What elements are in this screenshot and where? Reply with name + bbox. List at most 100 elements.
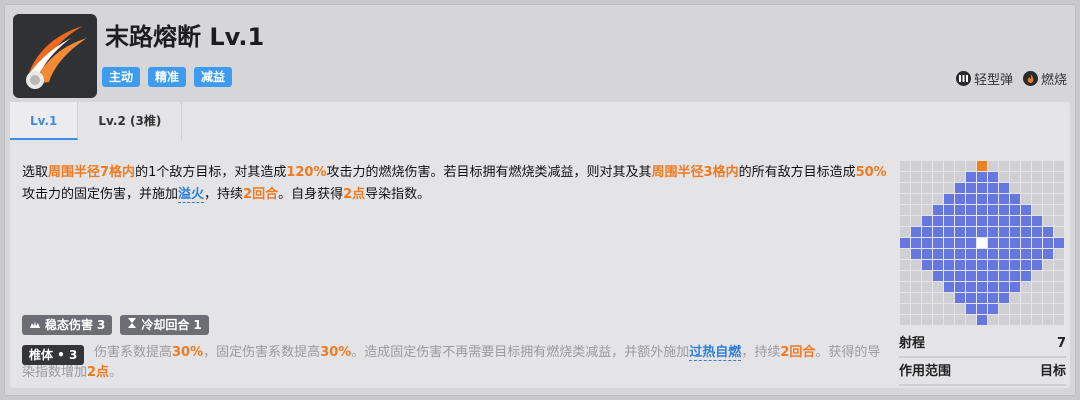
grid-cell-area: [1032, 260, 1042, 270]
range-grid-svg: [900, 161, 1064, 325]
grid-cell: [933, 315, 943, 325]
grid-cell-area: [944, 194, 954, 204]
upgrade-description: 伤害系数提高30%，固定伤害系数提高30%。造成固定伤害不再需要目标拥有燃烧类减…: [22, 343, 882, 383]
desc-text: ，持续: [204, 187, 244, 202]
upgrade-highlight: 30%: [320, 345, 352, 360]
grid-cell: [911, 172, 921, 182]
grid-cell: [911, 315, 921, 325]
grid-cell-area: [922, 227, 932, 237]
grid-cell: [999, 304, 1009, 314]
stat-stable-damage-value: 3: [97, 318, 106, 332]
grid-cell: [1010, 161, 1020, 171]
upgrade-section: 椎体 • 3 伤害系数提高30%，固定伤害系数提高30%。造成固定伤害不再需要目…: [22, 343, 882, 383]
grid-cell: [911, 293, 921, 303]
grid-cell: [911, 282, 921, 292]
grid-cell-area: [999, 183, 1009, 193]
desc-highlight: 120%: [286, 165, 327, 180]
grid-cell-area: [955, 293, 965, 303]
grid-cell-area: [977, 183, 987, 193]
grid-cell: [1043, 183, 1053, 193]
grid-cell: [966, 315, 976, 325]
tab-lv1[interactable]: Lv.1: [10, 102, 79, 140]
grid-cell-area: [988, 304, 998, 314]
grid-cell: [1054, 260, 1064, 270]
grid-cell: [922, 161, 932, 171]
grid-cell: [900, 249, 910, 259]
grid-cell-area: [977, 249, 987, 259]
grid-cell-area: [911, 227, 921, 237]
stat-cooldown: 冷却回合 1: [120, 315, 209, 335]
grid-cell: [944, 161, 954, 171]
grid-cell-area: [944, 238, 954, 248]
grid-cell-area: [1021, 227, 1031, 237]
grid-cell-area: [1010, 227, 1020, 237]
grid-cell: [933, 304, 943, 314]
grid-cell: [955, 172, 965, 182]
grid-cell: [1021, 172, 1031, 182]
grid-cell: [1021, 183, 1031, 193]
grid-cell: [1043, 315, 1053, 325]
skill-detail-panel: Lv.1 Lv.2 (3椎) 选取周围半径7格内的1个敌方目标，对其造成120%…: [10, 102, 1070, 388]
grid-cell-origin: [977, 161, 987, 171]
keyword-overflow-fire[interactable]: 溢火: [178, 187, 205, 203]
grid-cell: [1054, 315, 1064, 325]
grid-cell-area: [955, 238, 965, 248]
grid-cell-area: [1010, 238, 1020, 248]
grid-cell-area: [977, 293, 987, 303]
element-burn: 燃烧: [1022, 69, 1067, 88]
grid-cell: [1054, 227, 1064, 237]
upgrade-text: 伤害系数提高: [94, 345, 173, 360]
grid-cell-area: [1010, 271, 1020, 281]
grid-cell: [922, 304, 932, 314]
grid-cell: [922, 183, 932, 193]
grid-cell: [944, 315, 954, 325]
grid-cell: [1054, 271, 1064, 281]
grid-cell: [933, 172, 943, 182]
grid-cell-area: [955, 260, 965, 270]
grid-cell-area: [1010, 194, 1020, 204]
grid-cell-area: [988, 271, 998, 281]
grid-cell: [1043, 260, 1053, 270]
grid-cell-area: [977, 315, 987, 325]
grid-cell: [988, 161, 998, 171]
grid-cell-area: [999, 260, 1009, 270]
range-info: 射程 7 作用范围 目标: [899, 333, 1066, 389]
keyword-overheat-ignite[interactable]: 过热自燃: [689, 345, 742, 361]
grid-cell-area: [955, 227, 965, 237]
grid-cell: [922, 194, 932, 204]
grid-cell-area: [977, 271, 987, 281]
desc-text: 攻击力的固定伤害，并施加: [22, 187, 179, 202]
grid-cell-area: [1010, 216, 1020, 226]
grid-cell: [1043, 161, 1053, 171]
grid-cell: [1054, 194, 1064, 204]
range-row-area: 作用范围 目标: [899, 361, 1066, 386]
grid-cell: [966, 161, 976, 171]
grid-cell-area: [999, 271, 1009, 281]
grid-cell-area: [966, 304, 976, 314]
skill-header: 末路熔断 Lv.1 主动 精准 减益 轻型弹 燃烧: [5, 5, 1075, 101]
grid-cell: [922, 293, 932, 303]
stat-stable-damage-label: 稳态伤害: [45, 318, 94, 332]
tab-lv2[interactable]: Lv.2 (3椎): [78, 102, 183, 140]
grid-cell: [900, 282, 910, 292]
grid-cell-area: [1010, 282, 1020, 292]
grid-cell: [1032, 282, 1042, 292]
grid-cell: [955, 315, 965, 325]
grid-cell: [911, 216, 921, 226]
tag-active: 主动: [102, 67, 141, 87]
grid-cell: [955, 304, 965, 314]
grid-cell: [1054, 304, 1064, 314]
stat-stable-damage: 稳态伤害 3: [22, 315, 113, 335]
range-value: 7: [1056, 336, 1066, 351]
grid-cell: [900, 205, 910, 215]
grid-cell: [1032, 183, 1042, 193]
grid-cell-area: [933, 227, 943, 237]
grid-cell: [933, 183, 943, 193]
grid-cell: [999, 161, 1009, 171]
grid-cell-area: [1010, 249, 1020, 259]
grid-cell-area: [1021, 216, 1031, 226]
desc-text: 选取: [22, 165, 49, 180]
grid-cell: [1021, 194, 1031, 204]
grid-cell: [1054, 205, 1064, 215]
grid-cell-area: [999, 227, 1009, 237]
